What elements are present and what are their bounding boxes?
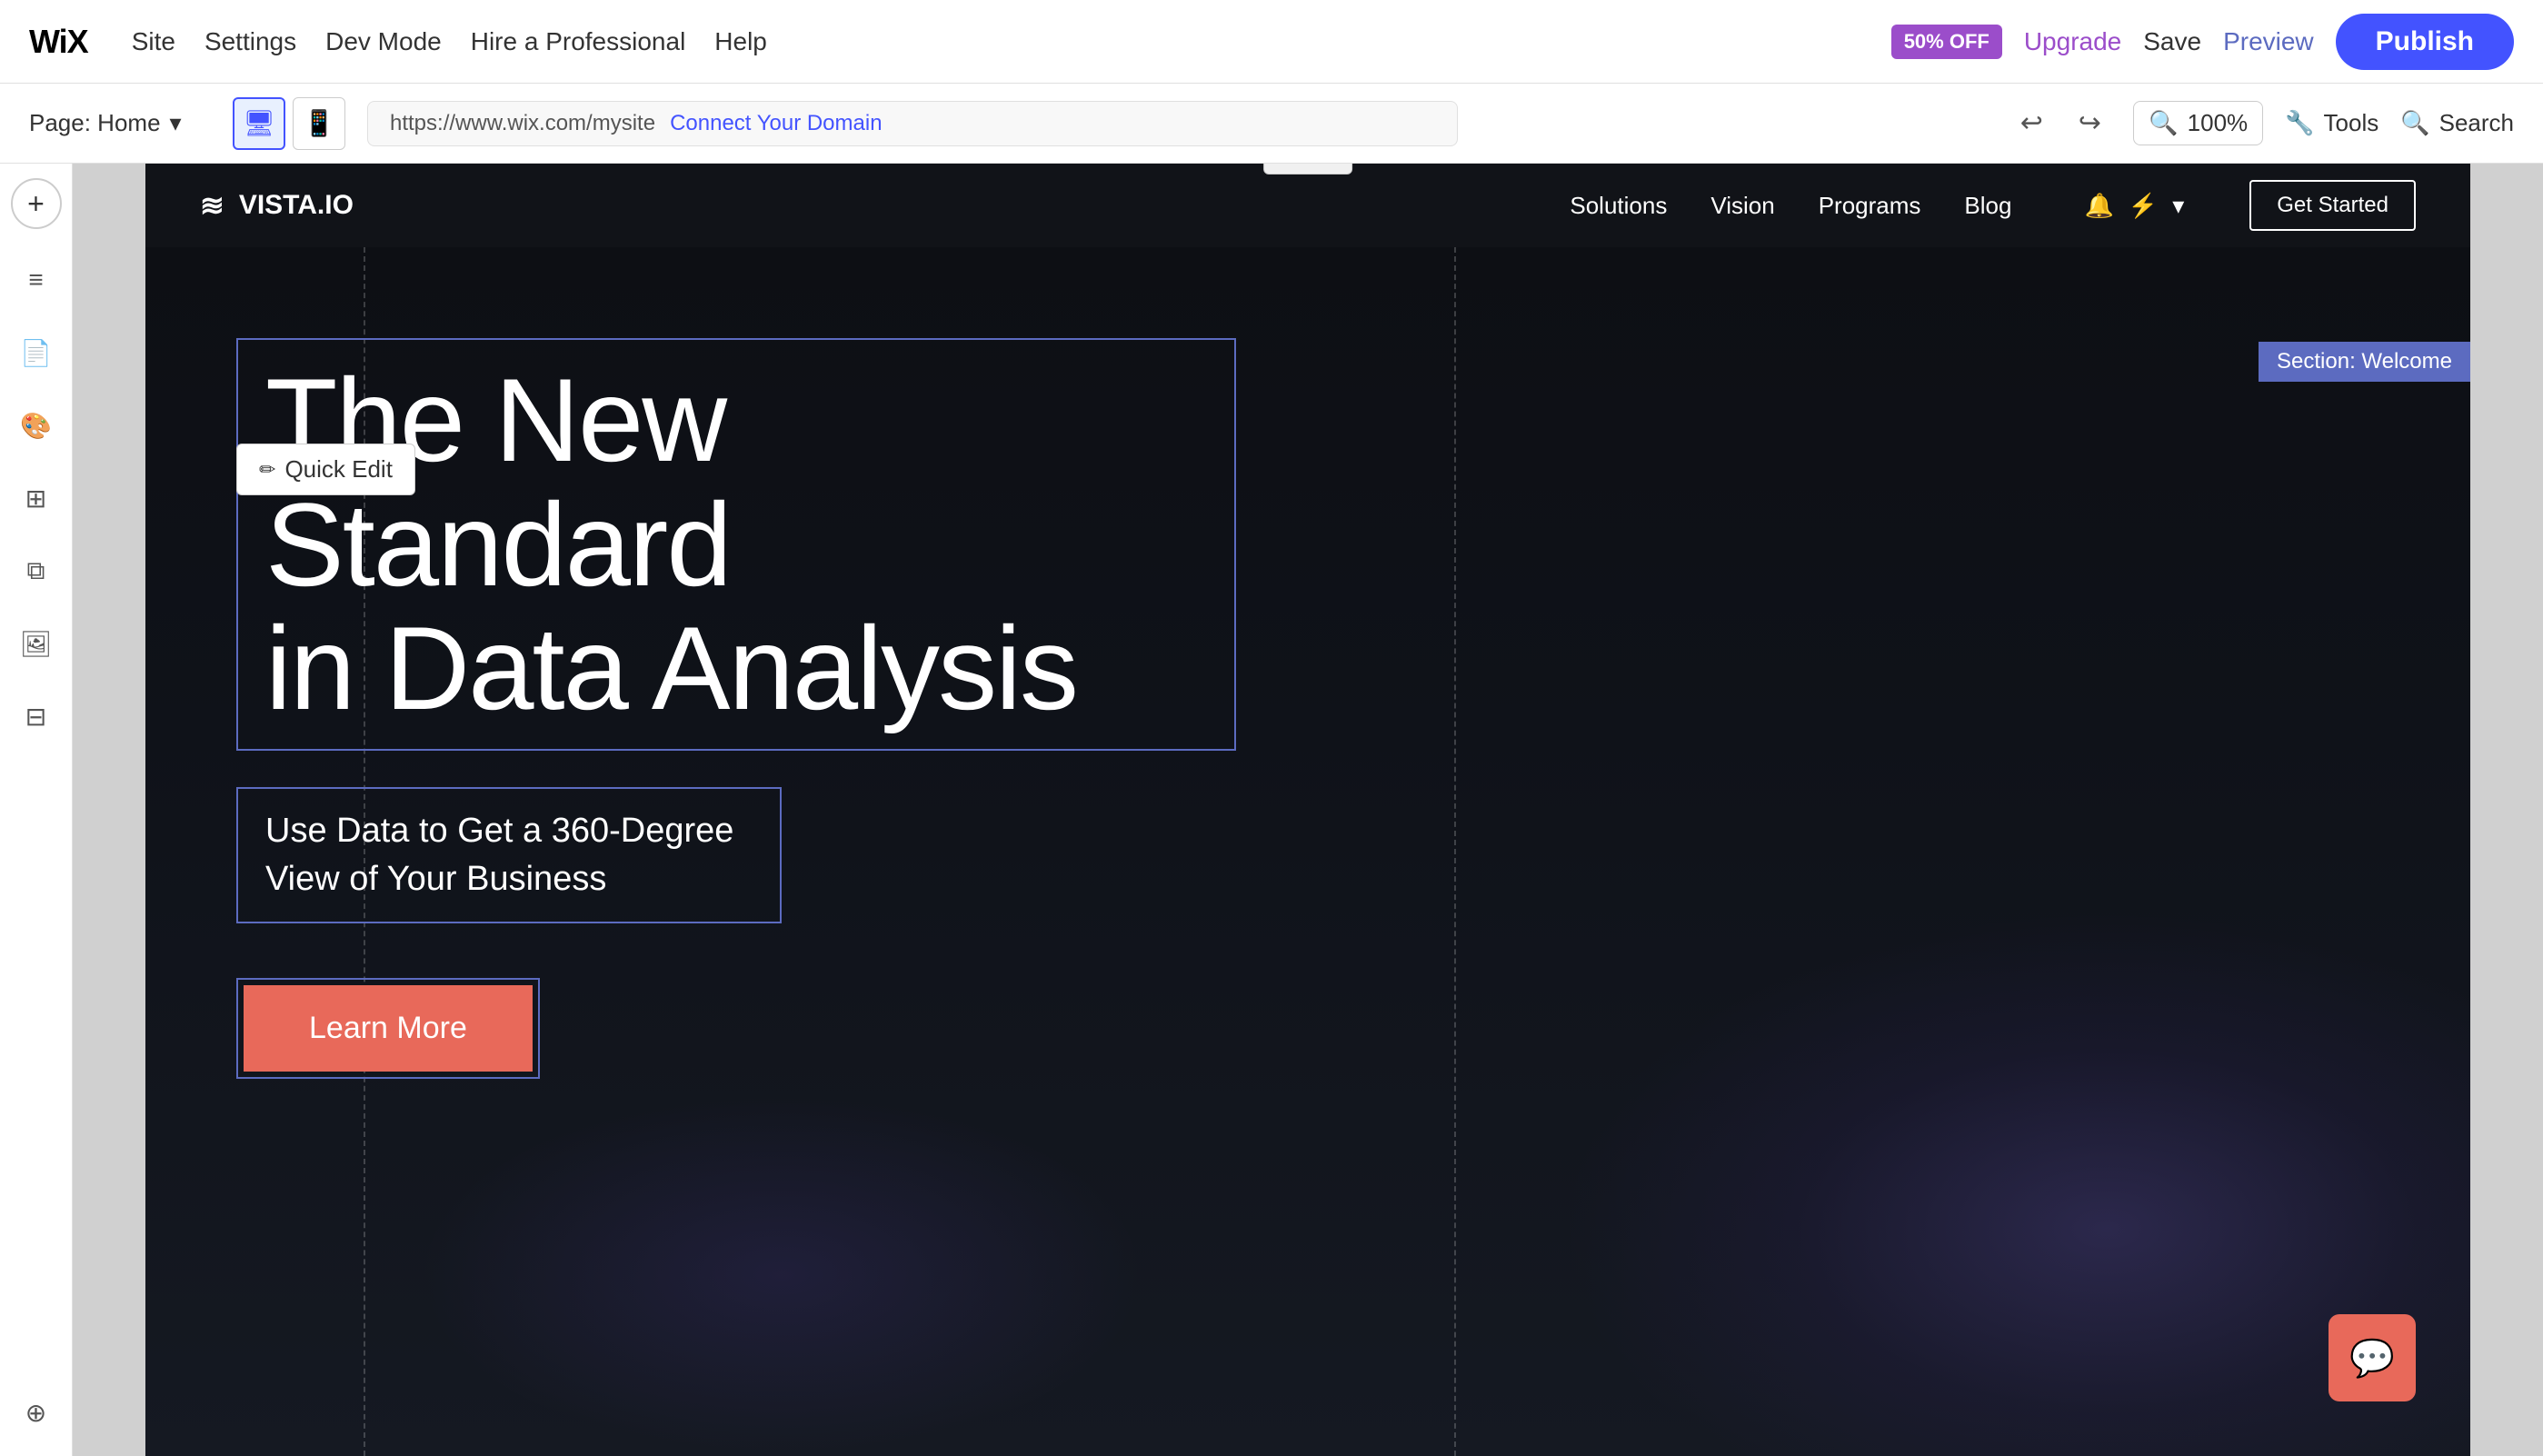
nav-solutions[interactable]: Solutions — [1570, 192, 1667, 220]
dropdown-icon[interactable]: ▾ — [2172, 192, 2184, 220]
quick-edit-label: Quick Edit — [284, 455, 393, 484]
nav-help[interactable]: Help — [714, 27, 767, 56]
data-icon: ⊟ — [25, 702, 46, 732]
logo-icon: ≋ — [200, 188, 224, 223]
nav-blog[interactable]: Blog — [1964, 192, 2011, 220]
discount-badge: 50% OFF — [1891, 25, 2002, 59]
toolbar-nav: Site Settings Dev Mode Hire a Profession… — [132, 27, 767, 56]
design-icon: 🎨 — [20, 411, 52, 441]
url-text: https://www.wix.com/mysite — [390, 111, 655, 136]
desktop-device-btn[interactable]: 🖥 — [233, 97, 285, 150]
tools-icon: 🔧 — [2285, 109, 2314, 137]
hero-section: ✏ Quick Edit The New Standardin Data Ana… — [145, 247, 2470, 1456]
page-label: Page: Home — [29, 109, 161, 137]
toolbar-right: 50% OFF Upgrade Save Preview Publish — [1891, 14, 2514, 70]
preview-button[interactable]: Preview — [2223, 27, 2314, 56]
nav-site[interactable]: Site — [132, 27, 175, 56]
section-label: Section: Welcome — [2259, 342, 2470, 382]
sidebar-item-design[interactable]: 🎨 — [7, 396, 65, 454]
redo-button[interactable]: ↪ — [2068, 102, 2111, 145]
add-elements-button[interactable]: + — [11, 178, 62, 229]
sidebar-item-widgets[interactable]: ⧉ — [7, 542, 65, 600]
zoom-control[interactable]: 🔍 100% — [2133, 101, 2263, 145]
media-icon: 🖼 — [20, 629, 53, 659]
collapse-handle[interactable]: ▲ — [1263, 164, 1352, 175]
undo-redo-group: ↩ ↪ — [2009, 102, 2111, 145]
toolbar-controls-right: ↩ ↪ 🔍 100% 🔧 Tools 🔍 Search — [2009, 101, 2514, 145]
layers-icon: ⊕ — [25, 1398, 46, 1428]
notification-icon[interactable]: 🔔 — [2084, 192, 2113, 220]
zoom-value: 100% — [2188, 109, 2249, 137]
tools-label: Tools — [2324, 109, 2379, 137]
left-sidebar: + ≡ 📄 🎨 ⊞ ⧉ 🖼 ⊟ ⊕ — [0, 164, 73, 1456]
pencil-icon: ✏ — [259, 458, 275, 482]
site-nav-links: Solutions Vision Programs Blog 🔔 ⚡ ▾ Get… — [1570, 180, 2416, 231]
mobile-icon: 📱 — [304, 108, 335, 138]
hero-glow-effect-2 — [418, 1092, 1145, 1456]
chevron-down-icon: ▾ — [170, 109, 182, 137]
hero-subtitle: Use Data to Get a 360-DegreeView of Your… — [265, 807, 753, 903]
site-nav: ≋ VISTA.IO Solutions Vision Programs Blo… — [145, 164, 2470, 247]
sidebar-item-apps[interactable]: ⊞ — [7, 469, 65, 527]
nav-devmode[interactable]: Dev Mode — [325, 27, 442, 56]
connect-domain-link[interactable]: Connect Your Domain — [670, 111, 882, 136]
sidebar-item-layers[interactable]: ⊕ — [7, 1383, 65, 1441]
get-started-button[interactable]: Get Started — [2249, 180, 2416, 231]
nav-hire[interactable]: Hire a Professional — [471, 27, 686, 56]
save-button[interactable]: Save — [2143, 27, 2201, 56]
publish-button[interactable]: Publish — [2336, 14, 2514, 70]
hero-cta-box: Learn More — [236, 978, 540, 1079]
site-logo: ≋ VISTA.IO — [200, 188, 354, 223]
top-toolbar: WiX Site Settings Dev Mode Hire a Profes… — [0, 0, 2543, 84]
site-nav-icons: 🔔 ⚡ ▾ — [2084, 192, 2184, 220]
apps-icon: ⊞ — [25, 484, 46, 514]
nav-vision[interactable]: Vision — [1710, 192, 1774, 220]
flash-icon[interactable]: ⚡ — [2129, 192, 2158, 220]
url-bar: https://www.wix.com/mysite Connect Your … — [367, 101, 1458, 146]
undo-button[interactable]: ↩ — [2009, 102, 2053, 145]
canvas-area: ▲ ≋ VISTA.IO Solutions Vision Programs B… — [73, 164, 2543, 1456]
search-label: Search — [2439, 109, 2514, 137]
website-canvas: ▲ ≋ VISTA.IO Solutions Vision Programs B… — [145, 164, 2470, 1456]
sidebar-item-menu[interactable]: ≡ — [7, 251, 65, 309]
sidebar-item-pages[interactable]: 📄 — [7, 324, 65, 382]
sidebar-item-data[interactable]: ⊟ — [7, 687, 65, 745]
zoom-icon: 🔍 — [2149, 109, 2178, 137]
device-buttons: 🖥 📱 — [233, 97, 345, 150]
nav-settings[interactable]: Settings — [204, 27, 296, 56]
search-button[interactable]: 🔍 Search — [2400, 109, 2514, 137]
pages-icon: 📄 — [20, 338, 52, 368]
logo-text: VISTA.IO — [239, 190, 354, 221]
chat-button[interactable]: 💬 — [2329, 1314, 2416, 1401]
desktop-icon: 🖥 — [243, 108, 275, 138]
chevron-up-icon: ▲ — [1301, 164, 1315, 168]
hero-cta-button[interactable]: Learn More — [244, 985, 533, 1072]
menu-icon: ≡ — [28, 265, 43, 294]
search-icon: 🔍 — [2400, 109, 2429, 137]
hero-title: The New Standardin Data Analysis — [265, 358, 1207, 731]
sidebar-bottom: ⊕ — [7, 1383, 65, 1441]
second-toolbar: Page: Home ▾ 🖥 📱 https://www.wix.com/mys… — [0, 84, 2543, 164]
upgrade-link[interactable]: Upgrade — [2024, 27, 2121, 56]
hero-subtitle-box[interactable]: Use Data to Get a 360-DegreeView of Your… — [236, 787, 782, 923]
page-selector[interactable]: Page: Home ▾ — [29, 109, 211, 137]
hero-title-box[interactable]: The New Standardin Data Analysis — [236, 338, 1236, 751]
chat-icon: 💬 — [2349, 1337, 2395, 1380]
sidebar-item-media[interactable]: 🖼 — [7, 614, 65, 673]
nav-programs[interactable]: Programs — [1819, 192, 1921, 220]
guide-line-right — [1454, 247, 2470, 1456]
tools-button[interactable]: 🔧 Tools — [2285, 109, 2378, 137]
mobile-device-btn[interactable]: 📱 — [293, 97, 345, 150]
plus-icon: + — [27, 187, 45, 221]
wix-logo: WiX — [29, 23, 88, 61]
quick-edit-button[interactable]: ✏ Quick Edit — [236, 444, 415, 495]
widgets-icon: ⧉ — [27, 556, 45, 586]
